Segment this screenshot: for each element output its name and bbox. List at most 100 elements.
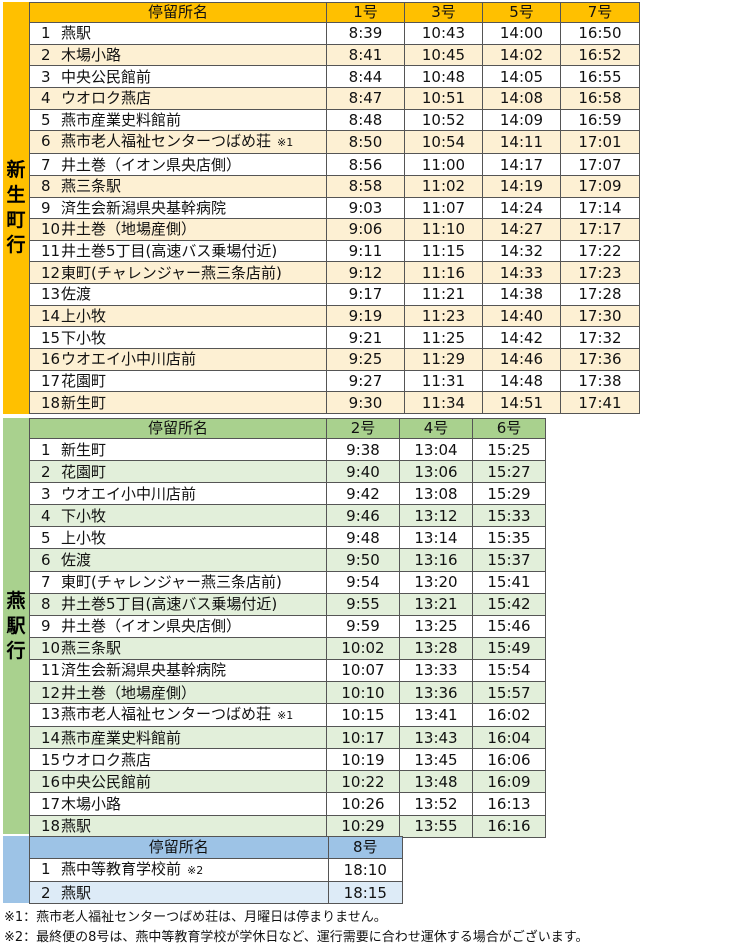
departure-time: 15:42 xyxy=(472,592,546,616)
stop-name: 井土巻5丁目(高速バス乗場付近) xyxy=(61,242,278,261)
departure-time: 13:45 xyxy=(399,748,473,772)
timetable-tsubame-station: 停留所名 2号 4号 6号 1 新生町 9:38 13:04 15:25 2 花園町 9:40… xyxy=(29,418,546,838)
departure-time: 10:45 xyxy=(404,43,483,67)
stop-number: 9 xyxy=(41,617,51,636)
departure-time: 15:35 xyxy=(472,526,546,550)
departure-time: 14:00 xyxy=(482,22,561,45)
departure-time: 11:34 xyxy=(404,391,483,414)
stop-name: 燕市産業史料館前 xyxy=(61,110,182,129)
stop-cell: 17木場小路 xyxy=(29,792,327,816)
table-row: 11済生会新潟県央基幹病院 10:07 13:33 15:54 xyxy=(29,658,546,683)
departure-time: 13:20 xyxy=(399,570,473,594)
stop-name: 上小牧 xyxy=(61,307,107,326)
stop-cell: 1 燕駅 xyxy=(29,22,327,45)
table-row: 5 上小牧 9:48 13:14 15:35 xyxy=(29,526,546,550)
departure-time: 11:16 xyxy=(404,261,483,285)
departure-time: 9:48 xyxy=(326,526,400,550)
departure-time: 14:24 xyxy=(482,196,561,220)
stop-cell: 11井土巻5丁目(高速バス乗場付近) xyxy=(29,239,327,263)
stop-cell: 4 下小牧 xyxy=(29,504,327,528)
departure-time: 17:09 xyxy=(560,174,640,198)
table-row: 16ウオエイ小中川店前 9:25 11:29 14:46 17:36 xyxy=(29,348,640,371)
schedule-trip-8: 停留所名 8号 1 燕中等教育学校前 ※2 18:10 2 燕駅 18:15 xyxy=(3,836,404,904)
departure-time: 14:42 xyxy=(482,326,561,350)
table-row: 8 井土巻5丁目(高速バス乗場付近) 9:55 13:21 15:42 xyxy=(29,592,546,616)
stop-number: 11 xyxy=(41,661,61,680)
departure-time: 17:28 xyxy=(560,283,640,306)
direction-label-shinseicho: 新 生 町 行 xyxy=(3,2,29,414)
header-stop-name: 停留所名 xyxy=(29,418,327,439)
departure-time: 11:02 xyxy=(404,174,483,198)
table-row: 6 燕市老人福祉センターつばめ荘 ※1 8:50 10:54 14:11 17:01 xyxy=(29,130,640,155)
departure-time: 17:41 xyxy=(560,391,640,414)
stop-number: 7 xyxy=(41,573,51,592)
departure-time: 13:06 xyxy=(399,460,473,484)
departure-time: 8:48 xyxy=(326,108,405,132)
departure-time: 13:36 xyxy=(399,681,473,705)
departure-time: 17:32 xyxy=(560,326,640,350)
departure-time: 9:42 xyxy=(326,482,400,506)
departure-time: 14:33 xyxy=(482,261,561,285)
departure-time: 17:23 xyxy=(560,261,640,285)
stop-number: 1 xyxy=(41,24,51,43)
stop-name: ウオロク燕店 xyxy=(61,89,152,108)
stop-number: 8 xyxy=(41,595,51,614)
stop-number: 9 xyxy=(41,198,51,217)
schedule-shinseicho-bound: 新 生 町 行 停留所名 1号 3号 5号 7号 1 燕駅 8:39 10:43 14:… xyxy=(3,2,640,414)
departure-time: 10:10 xyxy=(326,681,400,705)
table-row: 1 燕中等教育学校前 ※2 18:10 xyxy=(29,858,404,882)
stop-name: 東町(チャレンジャー燕三条店前) xyxy=(61,573,282,592)
table-row: 7 井土巻（イオン県央店側） 8:56 11:00 14:17 17:07 xyxy=(29,153,640,176)
departure-time: 11:07 xyxy=(404,196,483,220)
stop-number: 14 xyxy=(41,307,61,326)
departure-time: 18:15 xyxy=(327,881,404,904)
stop-number: 2 xyxy=(41,45,51,64)
stop-name: 佐渡 xyxy=(61,285,92,304)
departure-time: 15:54 xyxy=(472,658,546,683)
departure-time: 9:40 xyxy=(326,460,400,484)
table-row: 3 ウオエイ小中川店前 9:42 13:08 15:29 xyxy=(29,482,546,506)
departure-time: 16:09 xyxy=(472,770,546,794)
footnote-mark: ※1 xyxy=(277,136,294,150)
departure-time: 15:37 xyxy=(472,548,546,572)
departure-time: 10:54 xyxy=(404,130,483,155)
stop-name: 燕駅 xyxy=(61,817,92,836)
departure-time: 13:25 xyxy=(399,614,473,638)
stop-name: 上小牧 xyxy=(61,528,107,547)
stop-cell: 14燕市産業史料館前 xyxy=(29,726,327,750)
stop-cell: 18新生町 xyxy=(29,391,327,414)
table-row: 6 佐渡 9:50 13:16 15:37 xyxy=(29,548,546,572)
departure-time: 15:29 xyxy=(472,482,546,506)
footnote-2: ※2：最終便の8号は、燕中等教育学校が学休日など、運行需要に合わせ運休する場合が… xyxy=(4,930,589,945)
stop-name: 井土巻（地場産側） xyxy=(61,683,197,702)
departure-time: 15:41 xyxy=(472,570,546,594)
departure-time: 15:27 xyxy=(472,460,546,484)
departure-time: 13:04 xyxy=(399,437,473,462)
stop-number: 17 xyxy=(41,371,61,390)
stop-cell: 12東町(チャレンジャー燕三条店前) xyxy=(29,261,327,285)
stop-cell: 2 木場小路 xyxy=(29,43,327,67)
stop-number: 16 xyxy=(41,350,61,369)
departure-time: 11:23 xyxy=(404,304,483,328)
stop-cell: 4 ウオロク燕店 xyxy=(29,86,327,110)
departure-time: 13:12 xyxy=(399,504,473,528)
departure-time: 8:39 xyxy=(326,22,405,45)
footnote-mark: ※1 xyxy=(277,709,294,723)
departure-time: 9:54 xyxy=(326,570,400,594)
table-row: 15下小牧 9:21 11:25 14:42 17:32 xyxy=(29,326,640,350)
table-row: 9 済生会新潟県央基幹病院 9:03 11:07 14:24 17:14 xyxy=(29,196,640,220)
table-row: 13佐渡 9:17 11:21 14:38 17:28 xyxy=(29,283,640,306)
footnote-mark: ※2 xyxy=(187,864,204,877)
stop-name: 中央公民館前 xyxy=(61,772,152,791)
stop-number: 5 xyxy=(41,110,51,129)
departure-time: 14:48 xyxy=(482,369,561,393)
stop-number: 17 xyxy=(41,794,61,813)
stop-cell: 3 中央公民館前 xyxy=(29,65,327,88)
table-row: 8 燕三条駅 8:58 11:02 14:19 17:09 xyxy=(29,174,640,198)
stop-number: 3 xyxy=(41,484,51,503)
stop-cell: 15ウオロク燕店 xyxy=(29,748,327,772)
departure-time: 10:43 xyxy=(404,22,483,45)
stop-name: ウオロク燕店 xyxy=(61,750,152,769)
departure-time: 13:28 xyxy=(399,636,473,660)
table-row: 5 燕市産業史料館前 8:48 10:52 14:09 16:59 xyxy=(29,108,640,132)
